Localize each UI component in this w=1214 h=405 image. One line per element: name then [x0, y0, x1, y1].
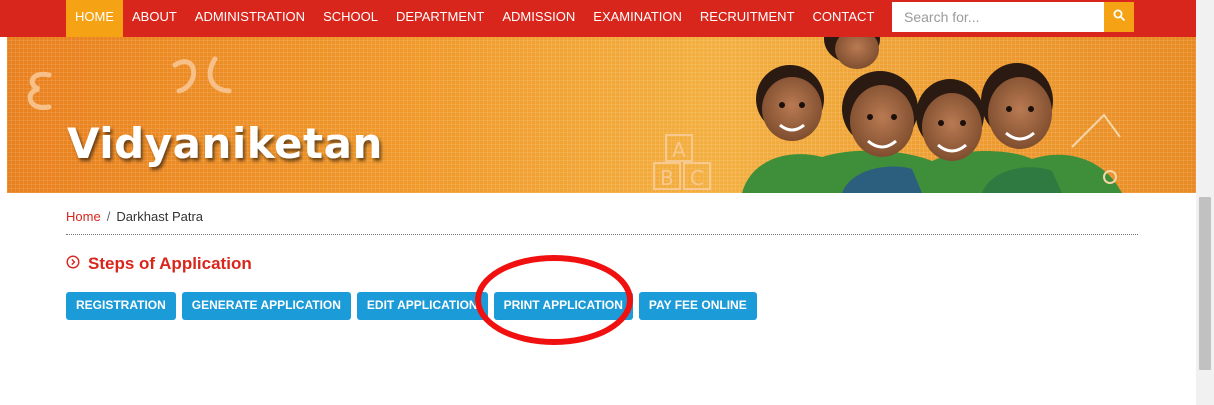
pay-fee-online-button[interactable]: PAY FEE ONLINE — [638, 292, 757, 320]
nav-item-about[interactable]: ABOUT — [123, 0, 186, 37]
search-icon — [1113, 8, 1125, 26]
svg-text:A: A — [672, 138, 686, 162]
edit-application-button[interactable]: EDIT APPLICATION — [356, 292, 488, 320]
children-photo-image — [742, 37, 1122, 193]
generate-application-button[interactable]: GENERATE APPLICATION — [181, 292, 351, 320]
abc-blocks-icon: A B C — [653, 134, 711, 190]
registration-button[interactable]: REGISTRATION — [66, 292, 176, 320]
breadcrumb: Home / Darkhast Patra — [66, 209, 203, 224]
breadcrumb-current: Darkhast Patra — [116, 209, 204, 224]
nav-item-administration[interactable]: ADMINISTRATION — [186, 0, 314, 37]
circle-chevron-right-icon — [66, 254, 80, 274]
main-nav: HOME ABOUT ADMINISTRATION SCHOOL DEPARTM… — [66, 0, 883, 37]
site-title: Vidyaniketan — [67, 119, 383, 168]
steps-heading: Steps of Application — [66, 254, 252, 274]
search-input[interactable] — [892, 2, 1104, 32]
nav-item-home[interactable]: HOME — [66, 0, 123, 37]
nav-item-admission[interactable]: ADMISSION — [493, 0, 584, 37]
scrollbar-thumb[interactable] — [1199, 197, 1211, 370]
breadcrumb-home-link[interactable]: Home — [66, 209, 101, 224]
svg-text:B: B — [660, 166, 674, 190]
svg-text:C: C — [690, 166, 704, 190]
nav-item-recruitment[interactable]: RECRUITMENT — [691, 0, 804, 37]
nav-item-examination[interactable]: EXAMINATION — [584, 0, 691, 37]
search-box — [892, 2, 1134, 32]
top-nav-bar: HOME ABOUT ADMINISTRATION SCHOOL DEPARTM… — [0, 0, 1196, 37]
header-banner: A B C Vidyaniketan — [7, 37, 1196, 193]
steps-title: Steps of Application — [88, 254, 252, 273]
print-application-button[interactable]: PRINT APPLICATION — [493, 292, 633, 320]
nav-item-contact[interactable]: CONTACT — [804, 0, 884, 37]
decorative-letter-icon — [27, 71, 52, 110]
nav-item-department[interactable]: DEPARTMENT — [387, 0, 493, 37]
steps-buttons: REGISTRATION GENERATE APPLICATION EDIT A… — [66, 292, 763, 320]
breadcrumb-separator: / — [106, 209, 111, 224]
nav-item-school[interactable]: SCHOOL — [314, 0, 387, 37]
decorative-script-icon — [172, 56, 232, 94]
divider — [66, 234, 1138, 235]
vertical-scrollbar[interactable] — [1196, 0, 1214, 405]
search-button[interactable] — [1104, 2, 1134, 32]
